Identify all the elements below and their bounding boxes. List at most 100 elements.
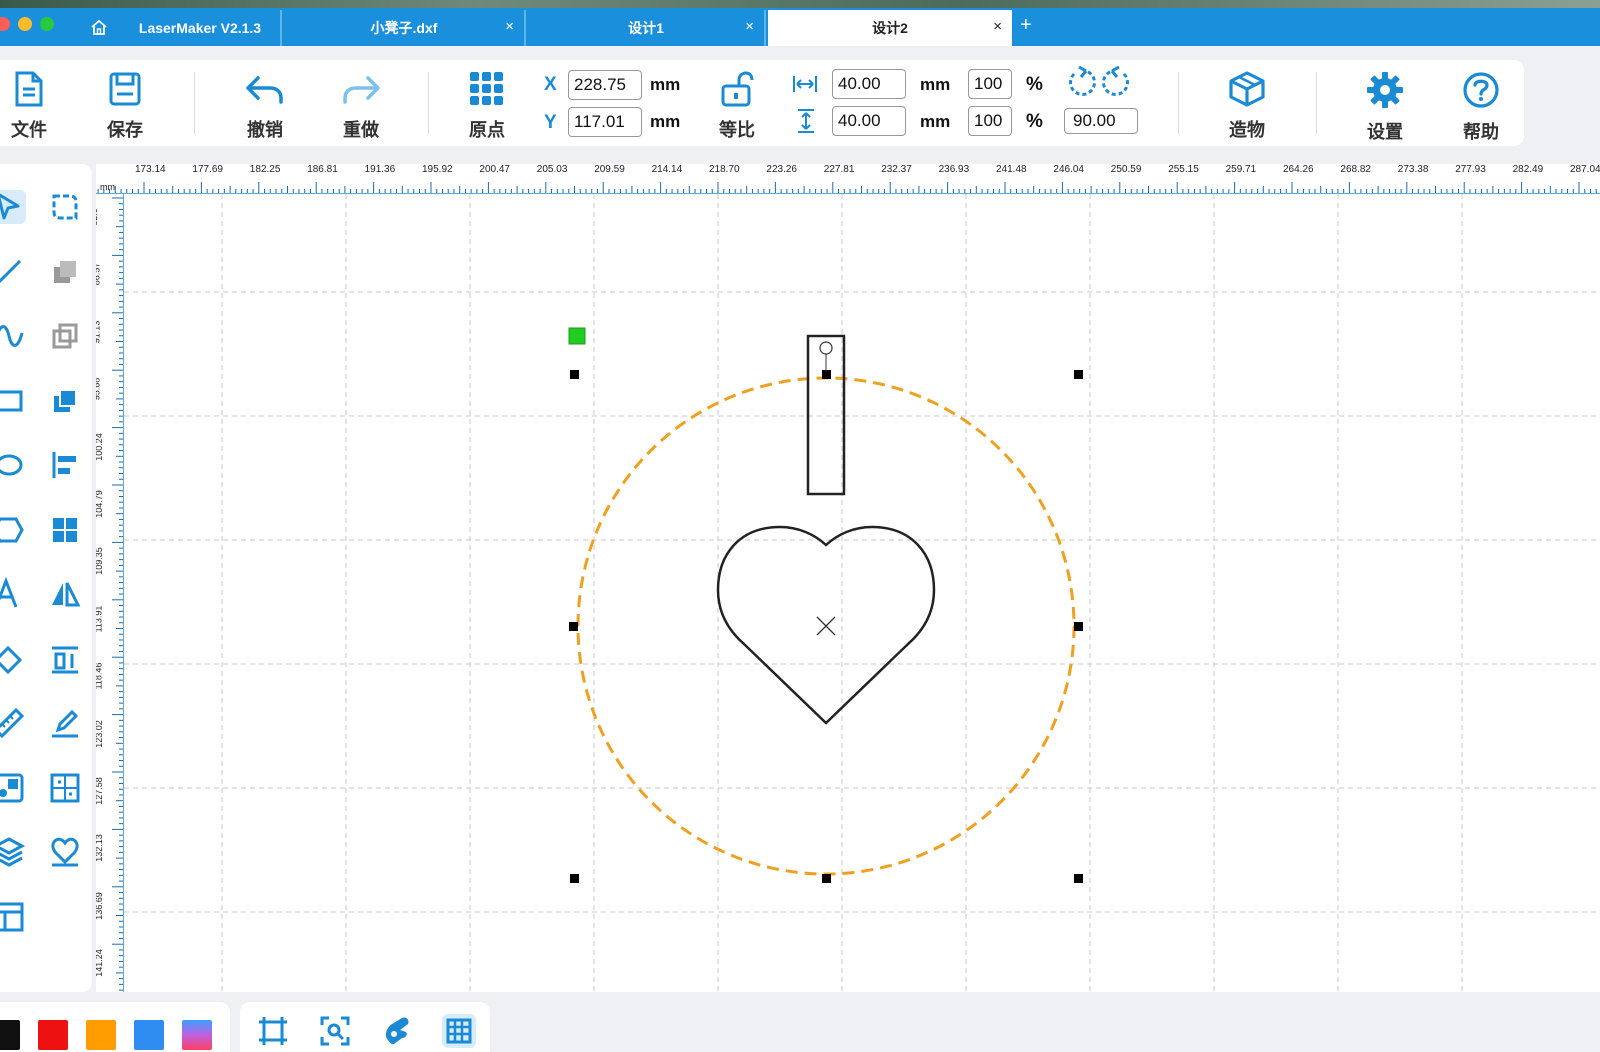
resize-handle-left[interactable] xyxy=(569,622,578,631)
settings-button[interactable]: 设置 xyxy=(1350,70,1420,144)
height-unit: mm xyxy=(920,112,951,131)
tab-design1[interactable]: 设计1 × xyxy=(528,10,766,46)
ruler-label: 195.92 xyxy=(422,164,453,175)
toolbar-divider xyxy=(194,72,195,134)
width-percent-field[interactable]: 100 xyxy=(968,69,1012,99)
ruler-label: 136.69 xyxy=(96,892,104,920)
outline-button[interactable] xyxy=(48,835,82,869)
new-tab-button[interactable]: + xyxy=(1020,14,1032,37)
rotate-handle-icon[interactable] xyxy=(819,341,833,355)
ruler-label: 287.04 xyxy=(1570,164,1600,175)
tab-close-icon[interactable]: × xyxy=(993,18,1002,35)
tab-label: 小凳子.dxf xyxy=(370,20,438,36)
lock-ratio-button[interactable]: 等比 xyxy=(702,70,772,142)
array-button[interactable] xyxy=(48,513,82,547)
select-tool-button[interactable] xyxy=(0,190,26,224)
height-percent-field[interactable]: 100 xyxy=(968,106,1012,136)
eraser-tool-button[interactable] xyxy=(0,642,26,676)
rotate-cw-icon[interactable] xyxy=(1100,66,1132,100)
resize-handle-bottom-right[interactable] xyxy=(1074,874,1083,883)
minimize-window-button[interactable] xyxy=(18,17,32,31)
ellipse-tool-button[interactable] xyxy=(0,448,26,482)
line-tool-button[interactable] xyxy=(0,255,26,289)
heart-shape[interactable] xyxy=(716,525,936,725)
close-window-button[interactable] xyxy=(0,17,10,31)
rotation-angle-field[interactable]: 90.00 xyxy=(1064,108,1138,134)
tab-close-icon[interactable]: × xyxy=(745,18,754,35)
align-button[interactable] xyxy=(48,448,82,482)
sketch-icon xyxy=(52,709,79,738)
help-button[interactable]: 帮助 xyxy=(1446,70,1516,144)
template-button[interactable] xyxy=(0,900,26,934)
color-swatch[interactable] xyxy=(38,1020,68,1050)
origin-label: 原点 xyxy=(469,120,505,140)
pan-hand-icon xyxy=(385,1017,409,1045)
color-swatch[interactable] xyxy=(86,1020,116,1050)
node-edit-button[interactable] xyxy=(48,190,82,224)
combine-icon xyxy=(54,388,77,412)
grid-toggle-button[interactable] xyxy=(442,1014,476,1048)
resize-handle-right[interactable] xyxy=(1074,622,1083,631)
x-position-field[interactable]: 228.75 xyxy=(568,70,642,100)
curve-tool-button[interactable] xyxy=(0,319,26,353)
rotate-ccw-icon[interactable] xyxy=(1066,66,1098,100)
ruler-label: 277.93 xyxy=(1455,164,1486,175)
redo-button[interactable]: 重做 xyxy=(326,70,396,142)
y-position-field[interactable]: 117.01 xyxy=(568,107,642,137)
size-icon xyxy=(52,646,78,673)
maximize-window-button[interactable] xyxy=(40,17,54,31)
pan-button[interactable] xyxy=(380,1014,414,1048)
combine-button[interactable] xyxy=(48,384,82,418)
horizontal-ruler[interactable]: 173.14 177.69 182.25 186.81 191.36 195.92 200.… xyxy=(96,164,1600,194)
group-button[interactable] xyxy=(48,255,82,289)
ruler-label: 273.38 xyxy=(1397,164,1429,175)
resize-handle-bottom[interactable] xyxy=(822,874,831,883)
vertical-ruler[interactable]: 82.0 86.57 91.13 95.68 100.24 104.79 109.35 113… xyxy=(96,194,124,992)
resize-handle-top-right[interactable] xyxy=(1074,370,1083,379)
file-button[interactable]: 文件 xyxy=(0,70,64,142)
vertical-ruler-ticks xyxy=(112,197,123,991)
rectangle-tool-button[interactable] xyxy=(0,384,26,418)
design-canvas[interactable] xyxy=(124,194,1600,992)
origin-marker[interactable] xyxy=(568,327,586,345)
ungroup-button[interactable] xyxy=(48,319,82,353)
resize-handle-top-left[interactable] xyxy=(570,370,579,379)
color-swatch[interactable] xyxy=(134,1020,164,1050)
save-button[interactable]: 保存 xyxy=(90,70,160,142)
origin-button[interactable]: 原点 xyxy=(452,70,522,142)
ruler-label: 218.70 xyxy=(709,164,740,175)
resize-handle-bottom-left[interactable] xyxy=(570,874,579,883)
tab-design2[interactable]: 设计2 × xyxy=(768,10,1012,46)
color-swatch[interactable] xyxy=(0,1020,20,1050)
tab-app-title[interactable]: LaserMaker V2.1.3 xyxy=(120,10,282,46)
size-button[interactable] xyxy=(48,642,82,676)
build-button[interactable]: 造物 xyxy=(1212,70,1282,142)
tab-bar: LaserMaker V2.1.3 小凳子.dxf × 设计1 × 设计2 × … xyxy=(0,8,1600,46)
height-field[interactable]: 40.00 xyxy=(832,106,906,136)
color-swatch[interactable] xyxy=(182,1020,212,1050)
measure-tool-button[interactable] xyxy=(0,706,26,740)
home-icon[interactable] xyxy=(90,19,108,35)
undo-button[interactable]: 撤销 xyxy=(230,70,300,142)
lasermaker-window: LaserMaker V2.1.3 小凳子.dxf × 设计1 × 设计2 × … xyxy=(0,0,1600,1052)
redo-icon xyxy=(343,76,380,104)
layers-button[interactable] xyxy=(0,835,26,869)
sketch-button[interactable] xyxy=(48,706,82,740)
ruler-label: 205.03 xyxy=(536,164,568,175)
fit-frame-button[interactable] xyxy=(256,1014,290,1048)
mirror-button[interactable] xyxy=(48,577,82,611)
ruler-label: 223.26 xyxy=(766,164,797,175)
ruler-label: 95.68 xyxy=(96,377,102,401)
image-trace-button[interactable] xyxy=(0,771,26,805)
ruler-label: 200.47 xyxy=(479,164,510,175)
height-icon xyxy=(798,109,814,133)
width-field[interactable]: 40.00 xyxy=(832,69,906,99)
file-label: 文件 xyxy=(11,120,47,140)
image-trace-icon xyxy=(0,773,24,802)
tab-close-icon[interactable]: × xyxy=(505,18,514,35)
tab-xiaodengzi[interactable]: 小凳子.dxf × xyxy=(284,10,526,46)
zoom-selection-button[interactable] xyxy=(318,1014,352,1048)
polygon-tool-button[interactable] xyxy=(0,513,26,547)
layout-button[interactable] xyxy=(48,771,82,805)
text-tool-button[interactable] xyxy=(0,576,26,611)
